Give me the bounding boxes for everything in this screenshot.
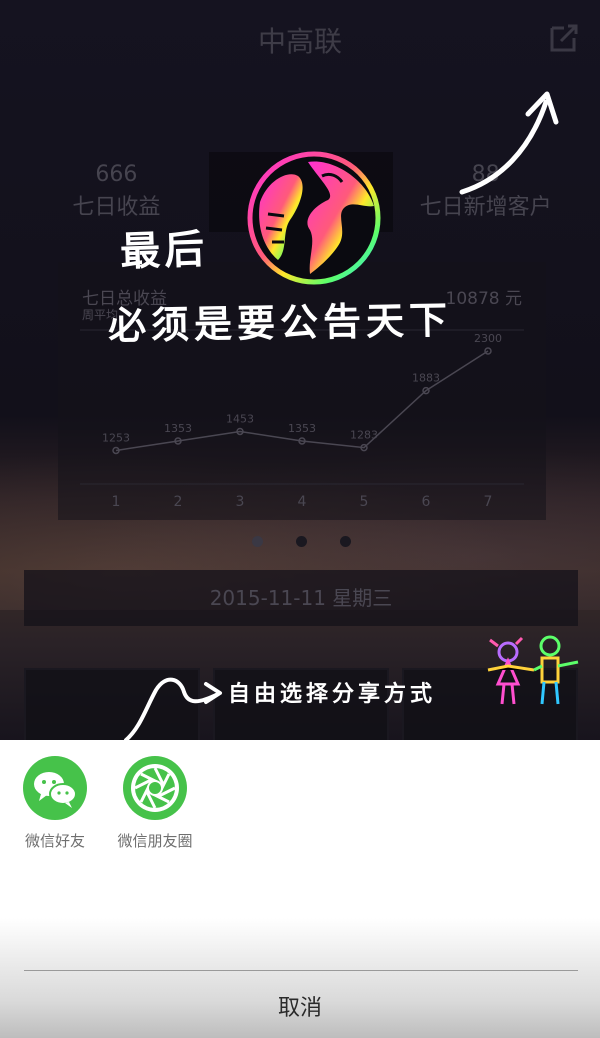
wechat-moments-icon xyxy=(123,756,187,820)
x-tick-label: 1 xyxy=(112,494,121,510)
page-dot[interactable] xyxy=(296,536,307,547)
wechat-icon xyxy=(23,756,87,820)
headline-last: 最后 xyxy=(119,226,209,276)
date-display: 2015-11-11 星期三 xyxy=(24,570,578,626)
page-indicator xyxy=(0,536,600,548)
share-wechat-moments-button[interactable]: 微信朋友圈 xyxy=(110,756,200,851)
series-line xyxy=(115,350,489,452)
edit-share-icon[interactable] xyxy=(544,18,584,58)
kids-doodle-icon xyxy=(487,635,579,705)
share-label: 微信朋友圈 xyxy=(117,832,193,850)
data-label: 1883 xyxy=(412,372,440,385)
page-dot[interactable] xyxy=(340,536,351,547)
data-label: 1283 xyxy=(350,429,378,442)
data-label: 1253 xyxy=(102,431,130,444)
share-sheet: 微信好友 微信朋友圈 取消 xyxy=(0,740,600,1038)
x-tick-label: 3 xyxy=(236,494,245,510)
nav-bar: 中高联 xyxy=(0,0,600,78)
globe-icon xyxy=(247,151,381,285)
share-label: 微信好友 xyxy=(24,832,85,850)
x-tick-label: 2 xyxy=(174,494,183,510)
x-tick-label: 6 xyxy=(422,494,431,510)
x-tick-label: 5 xyxy=(360,494,369,510)
curly-arrow-icon xyxy=(124,677,222,742)
x-tick-label: 4 xyxy=(298,494,307,510)
stat-value: 666 xyxy=(95,162,138,187)
headline-announce: 必须是要公告天下 xyxy=(107,298,453,348)
data-label: 1453 xyxy=(226,412,254,425)
arrow-up-icon xyxy=(459,91,559,195)
page-title: 中高联 xyxy=(257,25,342,58)
share-wechat-friend-button[interactable]: 微信好友 xyxy=(10,756,100,851)
data-label: 1353 xyxy=(164,422,192,435)
data-label: 2300 xyxy=(474,332,502,345)
x-tick-label: 7 xyxy=(484,494,493,510)
stat-label: 七日收益 xyxy=(72,195,161,220)
cancel-button[interactable]: 取消 xyxy=(0,990,600,1022)
data-label: 1353 xyxy=(288,422,316,435)
page-dot[interactable] xyxy=(252,536,263,547)
share-hint-text: 自由选择分享方式 xyxy=(228,682,437,707)
divider xyxy=(24,970,578,971)
